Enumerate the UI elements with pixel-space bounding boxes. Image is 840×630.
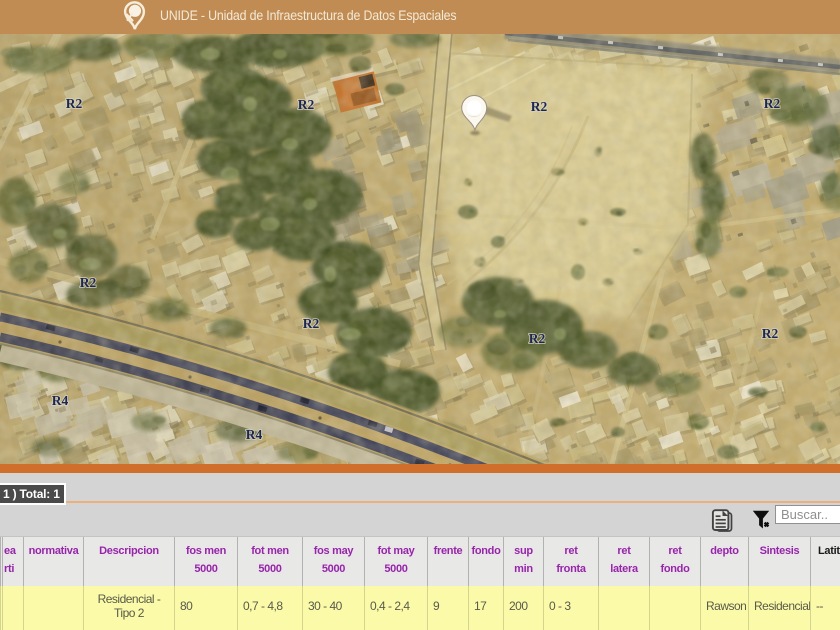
svg-text:R2: R2	[80, 275, 97, 290]
svg-text:R2: R2	[303, 316, 320, 331]
svg-text:R2: R2	[531, 99, 548, 114]
svg-text:R4: R4	[246, 427, 263, 442]
svg-text:R2: R2	[762, 326, 779, 341]
svg-text:R2: R2	[298, 97, 315, 112]
svg-text:R2: R2	[764, 96, 781, 111]
svg-text:R2: R2	[66, 96, 83, 111]
svg-text:R4: R4	[52, 393, 69, 408]
svg-text:R2: R2	[529, 331, 546, 346]
